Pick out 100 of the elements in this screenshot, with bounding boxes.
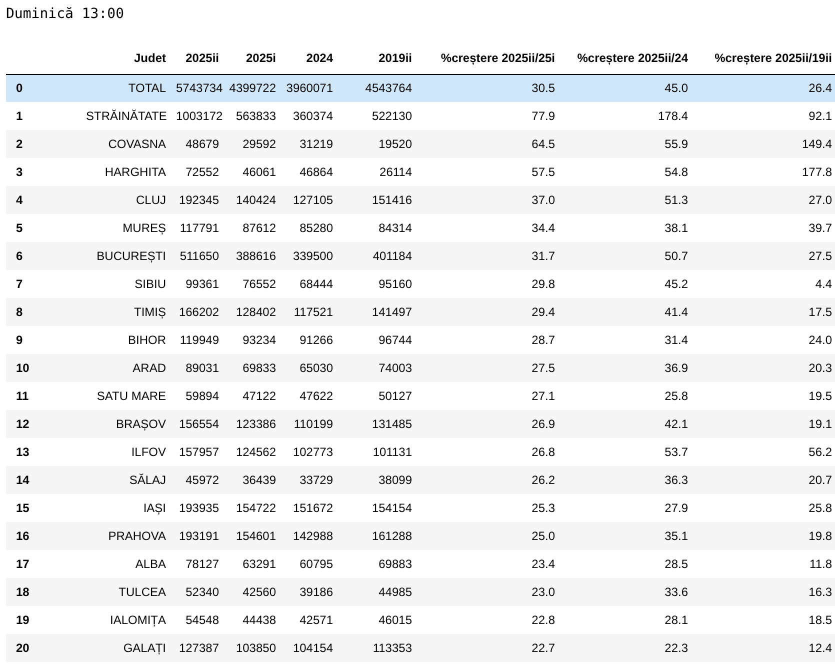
table-cell: BIHOR <box>81 326 171 354</box>
table-cell: 54548 <box>171 606 224 634</box>
table-cell: BUCUREȘTI <box>81 242 171 270</box>
table-cell: TIMIȘ <box>81 298 171 326</box>
table-cell: 91266 <box>281 326 338 354</box>
table-cell: 26.2 <box>417 466 560 494</box>
table-cell: 22.8 <box>417 606 560 634</box>
table-cell: 360374 <box>281 102 338 130</box>
table-cell: 4399722 <box>224 74 281 102</box>
column-header: %creștere 2025ii/19ii <box>693 42 835 74</box>
table-cell: 28.5 <box>560 550 693 578</box>
table-cell: ALBA <box>81 550 171 578</box>
table-cell: 34.4 <box>417 214 560 242</box>
row-index: 16 <box>6 522 81 550</box>
table-cell: 50.7 <box>560 242 693 270</box>
table-cell: 103850 <box>224 634 281 662</box>
table-cell: 38.1 <box>560 214 693 242</box>
table-cell: 42.1 <box>560 410 693 438</box>
table-cell: 101131 <box>338 438 417 466</box>
table-cell: 25.8 <box>560 382 693 410</box>
table-cell: 29592 <box>224 130 281 158</box>
table-cell: 193191 <box>171 522 224 550</box>
table-cell: 27.1 <box>417 382 560 410</box>
table-cell: 20.3 <box>693 354 835 382</box>
table-cell: 102773 <box>281 438 338 466</box>
table-cell: BRAȘOV <box>81 410 171 438</box>
table-cell: 26.4 <box>693 74 835 102</box>
table-cell: 339500 <box>281 242 338 270</box>
table-cell: 36439 <box>224 466 281 494</box>
table-cell: 44985 <box>338 578 417 606</box>
table-cell: STRĂINĂTATE <box>81 102 171 130</box>
row-index: 9 <box>6 326 81 354</box>
table-cell: 149.4 <box>693 130 835 158</box>
table-cell: TOTAL <box>81 74 171 102</box>
table-cell: 74003 <box>338 354 417 382</box>
table-cell: IAȘI <box>81 494 171 522</box>
table-cell: 19.8 <box>693 522 835 550</box>
row-index: 17 <box>6 550 81 578</box>
row-index: 4 <box>6 186 81 214</box>
table-cell: 26114 <box>338 158 417 186</box>
table-cell: 85280 <box>281 214 338 242</box>
table-cell: HARGHITA <box>81 158 171 186</box>
table-cell: 69833 <box>224 354 281 382</box>
table-cell: SIBIU <box>81 270 171 298</box>
table-cell: 16.3 <box>693 578 835 606</box>
table-cell: 12.4 <box>693 634 835 662</box>
column-header: 2019ii <box>338 42 417 74</box>
column-header: Judet <box>81 42 171 74</box>
row-index: 3 <box>6 158 81 186</box>
table-cell: TULCEA <box>81 578 171 606</box>
table-cell: SATU MARE <box>81 382 171 410</box>
table-cell: 42571 <box>281 606 338 634</box>
table-cell: 28.7 <box>417 326 560 354</box>
table-cell: 25.0 <box>417 522 560 550</box>
table-cell: 140424 <box>224 186 281 214</box>
column-header: 2025i <box>224 42 281 74</box>
row-index: 13 <box>6 438 81 466</box>
table-cell: 72552 <box>171 158 224 186</box>
table-cell: 511650 <box>171 242 224 270</box>
table-cell: 31.4 <box>560 326 693 354</box>
table-cell: 388616 <box>224 242 281 270</box>
table-cell: 48679 <box>171 130 224 158</box>
table-cell: 166202 <box>171 298 224 326</box>
table-cell: 22.3 <box>560 634 693 662</box>
table-cell: 25.3 <box>417 494 560 522</box>
table-cell: 127105 <box>281 186 338 214</box>
table-cell: 36.3 <box>560 466 693 494</box>
table-cell: 46864 <box>281 158 338 186</box>
table-cell: 19.5 <box>693 382 835 410</box>
table-cell: 47622 <box>281 382 338 410</box>
row-index: 11 <box>6 382 81 410</box>
table-cell: 23.4 <box>417 550 560 578</box>
table-cell: 4.4 <box>693 270 835 298</box>
row-index: 7 <box>6 270 81 298</box>
table-cell: 127387 <box>171 634 224 662</box>
table-cell: 29.8 <box>417 270 560 298</box>
table-cell: 177.8 <box>693 158 835 186</box>
table-cell: 401184 <box>338 242 417 270</box>
table-cell: 1003172 <box>171 102 224 130</box>
table-cell: 193935 <box>171 494 224 522</box>
table-cell: 45.2 <box>560 270 693 298</box>
table-cell: 151416 <box>338 186 417 214</box>
table-cell: 29.4 <box>417 298 560 326</box>
row-index: 0 <box>6 74 81 102</box>
table-cell: 27.0 <box>693 186 835 214</box>
row-index: 12 <box>6 410 81 438</box>
table-cell: 36.9 <box>560 354 693 382</box>
table-cell: 522130 <box>338 102 417 130</box>
table-cell: 19.1 <box>693 410 835 438</box>
table-cell: 161288 <box>338 522 417 550</box>
table-cell: 53.7 <box>560 438 693 466</box>
table-cell: 151672 <box>281 494 338 522</box>
table-cell: IALOMIȚA <box>81 606 171 634</box>
table-cell: CLUJ <box>81 186 171 214</box>
table-cell: 192345 <box>171 186 224 214</box>
table-cell: 24.0 <box>693 326 835 354</box>
table-cell: COVASNA <box>81 130 171 158</box>
table-cell: 154154 <box>338 494 417 522</box>
table-cell: 20.7 <box>693 466 835 494</box>
table-cell: 33729 <box>281 466 338 494</box>
